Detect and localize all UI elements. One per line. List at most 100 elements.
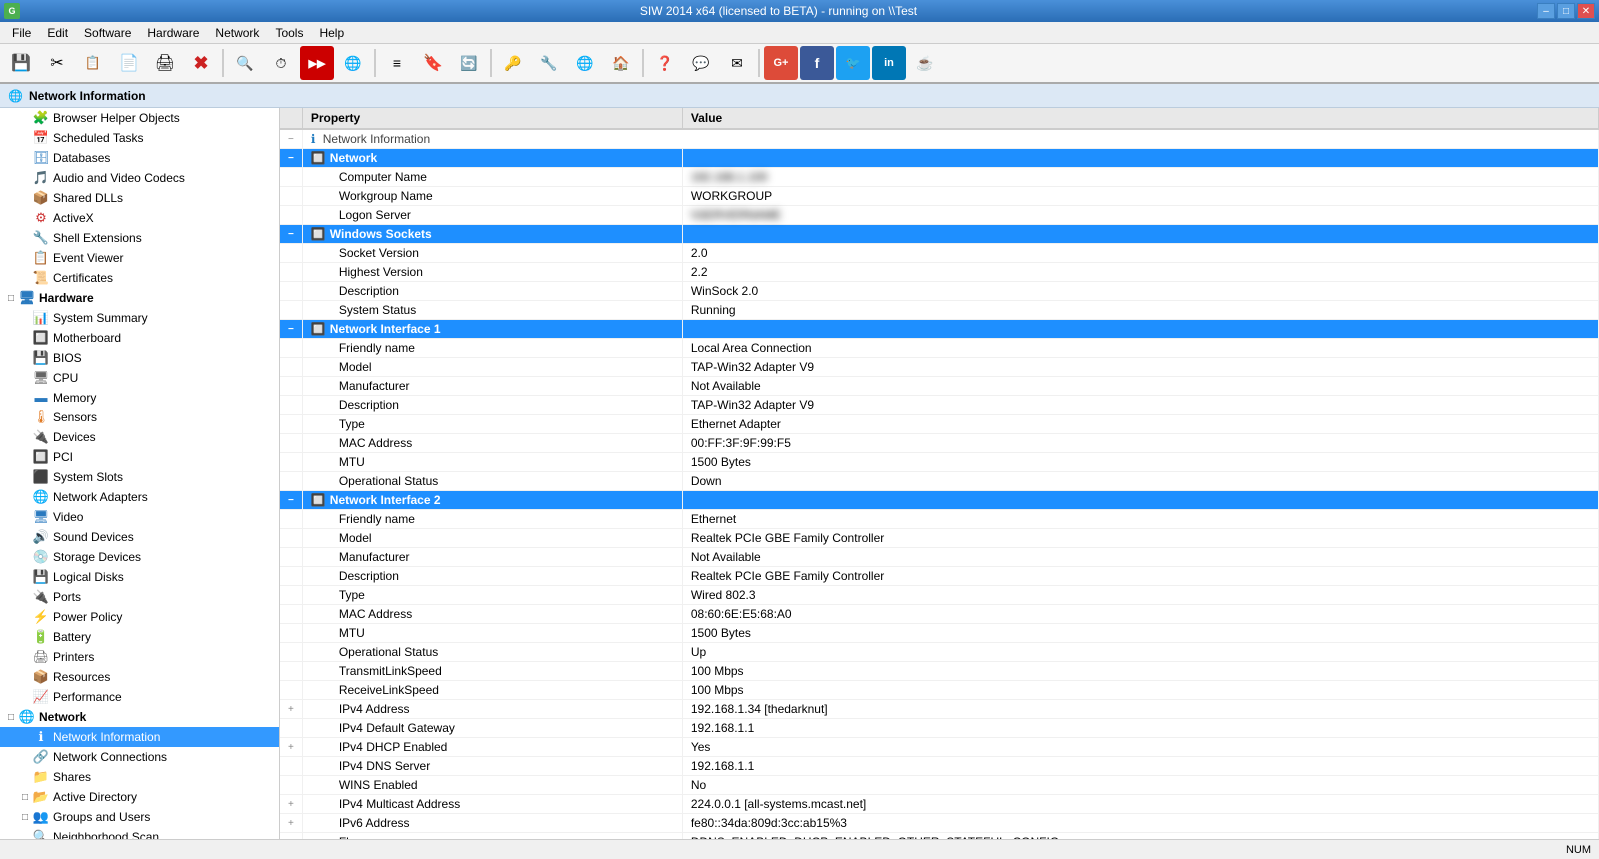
table-row: + IPv4 DHCP Enabled Yes xyxy=(280,738,1599,757)
sidebar-item-resources[interactable]: 📦 Resources xyxy=(0,667,279,687)
col-value-header: Value xyxy=(682,108,1598,129)
sidebar-item-devices[interactable]: 🔌 Devices xyxy=(0,427,279,447)
search-button[interactable]: 🔍 xyxy=(228,46,262,80)
menu-hardware[interactable]: Hardware xyxy=(139,24,207,42)
sidebar-item-battery[interactable]: 🔋 Battery xyxy=(0,627,279,647)
sidebar-item-event-viewer[interactable]: 📋 Event Viewer xyxy=(0,248,279,268)
sidebar-item-logical-disks[interactable]: 💾 Logical Disks xyxy=(0,567,279,587)
section-header-icon: 🌐 xyxy=(8,89,23,103)
speedtest-button[interactable]: ⏱ xyxy=(264,46,298,80)
menu-help[interactable]: Help xyxy=(311,24,352,42)
close-button[interactable]: ✕ xyxy=(1577,3,1595,19)
menu-software[interactable]: Software xyxy=(76,24,139,42)
sidebar-item-shell-ext[interactable]: 🔧 Shell Extensions xyxy=(0,228,279,248)
table-row: − ℹ Network Information xyxy=(280,129,1599,149)
sidebar-item-printers[interactable]: 🖨 Printers xyxy=(0,647,279,667)
copy-button[interactable]: 📋 xyxy=(76,46,110,80)
help-button[interactable]: ❓ xyxy=(648,46,682,80)
print-button[interactable]: 🖨 xyxy=(148,46,182,80)
home-button[interactable]: 🏠 xyxy=(604,46,638,80)
table-row: WINS Enabled No xyxy=(280,776,1599,795)
menu-file[interactable]: File xyxy=(4,24,39,42)
sidebar-item-activex[interactable]: ⚙ ActiveX xyxy=(0,208,279,228)
sidebar-item-audio-video[interactable]: 🎵 Audio and Video Codecs xyxy=(0,168,279,188)
sidebar-item-neighborhood-scan[interactable]: 🔍 Neighborhood Scan xyxy=(0,827,279,839)
sidebar-item-cpu[interactable]: 🖥 CPU xyxy=(0,368,279,388)
sidebar-item-power-policy[interactable]: ⚡ Power Policy xyxy=(0,607,279,627)
sidebar-item-performance[interactable]: 📈 Performance xyxy=(0,687,279,707)
sidebar-item-groups-users[interactable]: □ 👥 Groups and Users xyxy=(0,807,279,827)
menubar: File Edit Software Hardware Network Tool… xyxy=(0,22,1599,44)
table-row-iface1-header: − 🔲Network Interface 1 xyxy=(280,320,1599,339)
sidebar-item-network-adapters[interactable]: 🌐 Network Adapters xyxy=(0,487,279,507)
table-row: Description TAP-Win32 Adapter V9 xyxy=(280,396,1599,415)
sidebar-item-databases[interactable]: 🗄 Databases xyxy=(0,148,279,168)
sidebar-item-network-group[interactable]: □ 🌐 Network xyxy=(0,707,279,727)
sidebar-item-pci[interactable]: 🔲 PCI xyxy=(0,447,279,467)
update-button[interactable]: 🌐 xyxy=(568,46,602,80)
sidebar-item-system-slots[interactable]: ⬛ System Slots xyxy=(0,467,279,487)
sidebar-item-active-directory[interactable]: □ 📂 Active Directory xyxy=(0,787,279,807)
gplus-button[interactable]: G+ xyxy=(764,46,798,80)
chat-button[interactable]: 💬 xyxy=(684,46,718,80)
twitter-button[interactable]: 🐦 xyxy=(836,46,870,80)
sidebar-item-storage-devices[interactable]: 💿 Storage Devices xyxy=(0,547,279,567)
table-row: Computer Name 192.168.1.100 xyxy=(280,168,1599,187)
titlebar: G SIW 2014 x64 (licensed to BETA) - runn… xyxy=(0,0,1599,22)
maximize-button[interactable]: □ xyxy=(1557,3,1575,19)
menu-tools[interactable]: Tools xyxy=(267,24,311,42)
menu-edit[interactable]: Edit xyxy=(39,24,76,42)
sidebar-item-sound-devices[interactable]: 🔊 Sound Devices xyxy=(0,527,279,547)
col-property-header: Property xyxy=(302,108,682,129)
cut-button[interactable]: ✂ xyxy=(40,46,74,80)
table-row-iface2-header: − 🔲Network Interface 2 xyxy=(280,491,1599,510)
sidebar-item-shared-dlls[interactable]: 📦 Shared DLLs xyxy=(0,188,279,208)
sidebar-item-system-summary[interactable]: 📊 System Summary xyxy=(0,308,279,328)
table-row: Model TAP-Win32 Adapter V9 xyxy=(280,358,1599,377)
col-expand xyxy=(280,108,302,129)
save-button[interactable]: 💾 xyxy=(4,46,38,80)
table-row: Logon Server \\SERVERNAME xyxy=(280,206,1599,225)
refresh-button[interactable]: 🔄 xyxy=(452,46,486,80)
table-row: IPv4 DNS Server 192.168.1.1 xyxy=(280,757,1599,776)
table-row-network-header: − 🔲Network xyxy=(280,149,1599,168)
monitor-button[interactable]: ▶▶ xyxy=(300,46,334,80)
table-row: IPv4 Default Gateway 192.168.1.1 xyxy=(280,719,1599,738)
table-row: Operational Status Up xyxy=(280,643,1599,662)
sidebar-item-bios[interactable]: 💾 BIOS xyxy=(0,348,279,368)
table-row: Manufacturer Not Available xyxy=(280,548,1599,567)
table-row: ReceiveLinkSpeed 100 Mbps xyxy=(280,681,1599,700)
tools-button[interactable]: 🔧 xyxy=(532,46,566,80)
sidebar-item-shares[interactable]: 📁 Shares xyxy=(0,767,279,787)
table-row: MAC Address 00:FF:3F:9F:99:F5 xyxy=(280,434,1599,453)
sidebar-item-motherboard[interactable]: 🔲 Motherboard xyxy=(0,328,279,348)
network-button[interactable]: 🌐 xyxy=(336,46,370,80)
sidebar-item-hardware[interactable]: □ 🖥 Hardware xyxy=(0,288,279,308)
sidebar-item-memory[interactable]: ▬ Memory xyxy=(0,388,279,407)
facebook-button[interactable]: f xyxy=(800,46,834,80)
sidebar-item-certificates[interactable]: 📜 Certificates xyxy=(0,268,279,288)
table-row: Friendly name Ethernet xyxy=(280,510,1599,529)
sidebar-item-scheduled-tasks[interactable]: 📅 Scheduled Tasks xyxy=(0,128,279,148)
list-button[interactable]: ≡ xyxy=(380,46,414,80)
bookmark-button[interactable]: 🔖 xyxy=(416,46,450,80)
table-row: Type Ethernet Adapter xyxy=(280,415,1599,434)
minimize-button[interactable]: – xyxy=(1537,3,1555,19)
table-row: Model Realtek PCIe GBE Family Controller xyxy=(280,529,1599,548)
sidebar-item-browser-helper[interactable]: 🧩 Browser Helper Objects xyxy=(0,108,279,128)
menu-network[interactable]: Network xyxy=(207,24,267,42)
key-button[interactable]: 🔑 xyxy=(496,46,530,80)
table-row-winsock-header: − 🔲Windows Sockets xyxy=(280,225,1599,244)
sidebar-item-sensors[interactable]: 🌡 Sensors xyxy=(0,407,279,427)
sidebar-item-network-info[interactable]: ℹ Network Information xyxy=(0,727,279,747)
linkedin-button[interactable]: in xyxy=(872,46,906,80)
coffee-button[interactable]: ☕ xyxy=(908,46,942,80)
email-button[interactable]: ✉ xyxy=(720,46,754,80)
paste-button[interactable]: 📄 xyxy=(112,46,146,80)
table-row: MAC Address 08:60:6E:E5:68:A0 xyxy=(280,605,1599,624)
sidebar-item-network-connections[interactable]: 🔗 Network Connections xyxy=(0,747,279,767)
sidebar-item-video[interactable]: 🖥 Video xyxy=(0,507,279,527)
table-row: Description WinSock 2.0 xyxy=(280,282,1599,301)
stop-button[interactable]: ✖ xyxy=(184,46,218,80)
sidebar-item-ports[interactable]: 🔌 Ports xyxy=(0,587,279,607)
